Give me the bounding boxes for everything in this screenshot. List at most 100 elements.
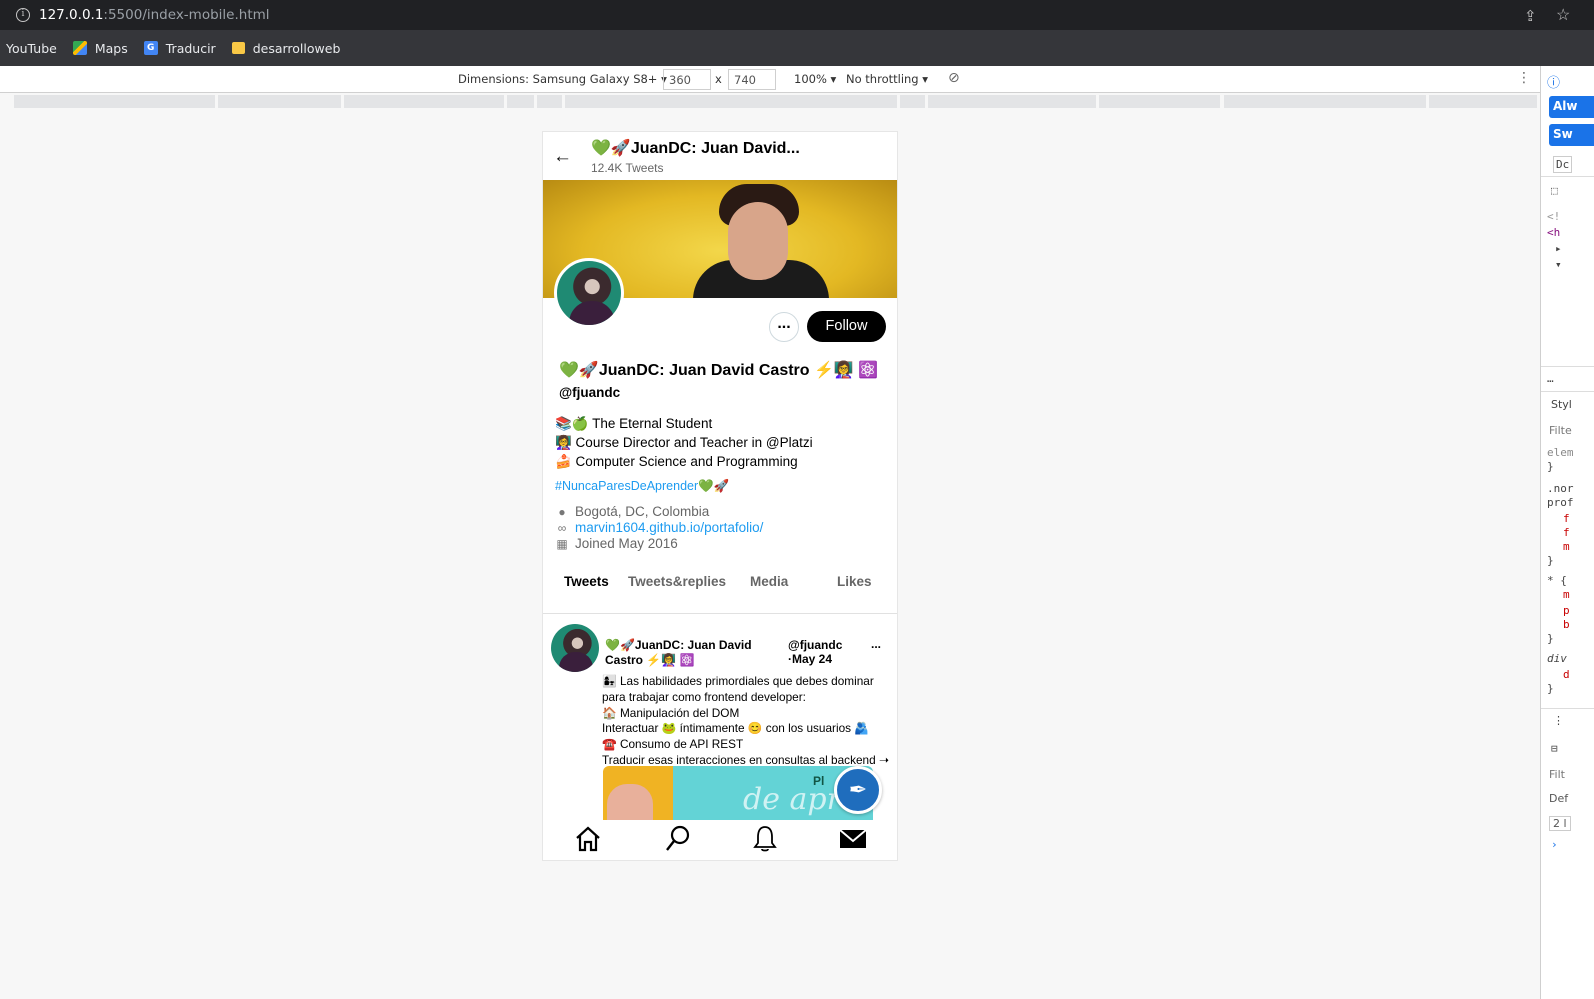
tweet-handle[interactable]: @fjuandc [788, 638, 842, 652]
tweet-handle-date: @fjuandc ·May 24 [788, 638, 842, 666]
location-pin-icon: ● [558, 505, 566, 519]
profile-avatar[interactable] [554, 258, 624, 328]
avatar-figure [559, 652, 593, 672]
bookmark-traducir[interactable]: G Traducir [143, 40, 216, 56]
css-line: } [1547, 632, 1554, 645]
bookmark-star-icon[interactable]: ☆ [1556, 5, 1570, 25]
ruler-segment[interactable] [1224, 95, 1426, 108]
feather-icon[interactable]: ✒ [834, 766, 882, 814]
tweet-media[interactable]: de apre Pl [603, 766, 873, 826]
css-line: } [1547, 682, 1554, 695]
console-prompt-icon[interactable]: › [1551, 838, 1558, 851]
ruler-segment[interactable] [507, 95, 534, 108]
bell-icon[interactable] [750, 824, 780, 854]
bookmark-label: Maps [94, 40, 128, 56]
filter-input[interactable]: Filt [1549, 768, 1565, 781]
throttling-select[interactable]: No throttling ▾ [846, 72, 928, 86]
search-icon[interactable] [663, 824, 693, 854]
folder-icon [231, 42, 245, 54]
ruler-segment[interactable] [218, 95, 341, 108]
url-text[interactable]: 127.0.0.1:5500/index-mobile.html [39, 7, 270, 23]
styles-tab[interactable]: Styl [1551, 398, 1572, 411]
ruler-segment[interactable] [565, 95, 897, 108]
tweet-avatar[interactable] [551, 624, 599, 672]
bookmark-label: desarrolloweb [252, 40, 341, 56]
ruler-segment[interactable] [14, 95, 215, 108]
header-name: 💚🚀JuanDC: Juan David... [591, 140, 800, 157]
location-row: ● Bogotá, DC, Colombia [555, 504, 763, 520]
ruler-segment[interactable] [1429, 95, 1537, 108]
tab-media[interactable]: Media [750, 574, 788, 589]
bookmark-desarrolloweb[interactable]: desarrolloweb [231, 40, 341, 56]
ruler-segment[interactable] [900, 95, 925, 108]
tweet-line: 🏠 Manipulación del DOM [602, 705, 740, 720]
avatar-figure [569, 301, 615, 325]
device-width-input[interactable]: 360 [663, 69, 711, 90]
more-options-icon[interactable]: ⋮ [1517, 70, 1531, 86]
hashtag-link[interactable]: #NuncaParesDeAprender [555, 479, 698, 493]
ellipsis-icon[interactable]: … [1547, 372, 1554, 385]
tab-tweets[interactable]: Tweets [564, 574, 609, 589]
follow-button[interactable]: Follow [807, 311, 886, 342]
ruler-segment[interactable] [344, 95, 504, 108]
banner-figure [728, 202, 788, 280]
styles-filter-input[interactable]: Filte [1549, 424, 1572, 437]
joined-text: Joined May 2016 [575, 536, 678, 551]
media-brand: Pl [813, 774, 825, 788]
home-icon[interactable] [573, 824, 603, 854]
sidebar-toggle-icon[interactable]: ⊟ [1551, 742, 1558, 755]
css-line: prof [1547, 496, 1574, 509]
divider [1541, 391, 1594, 392]
profile-bio: 📚🍏 The Eternal Student 👩‍🏫 Course Direct… [555, 414, 813, 471]
css-line: } [1547, 554, 1554, 567]
bio-line: 📚🍏 The Eternal Student [555, 416, 713, 431]
ruler-segment[interactable] [928, 95, 1096, 108]
website-link[interactable]: marvin1604.github.io/portafolio/ [575, 520, 763, 536]
issues-count[interactable]: 2 l [1549, 816, 1571, 831]
ruler-segment[interactable] [537, 95, 562, 108]
media-query-ruler [0, 94, 1540, 110]
devtools-button-dont[interactable]: Dc [1553, 156, 1573, 173]
profile-header: ← 💚🚀JuanDC: Juan David... 12.4K Tweets [543, 132, 897, 180]
code-line[interactable]: ▸ [1555, 242, 1562, 255]
address-bar[interactable]: i 127.0.0.1:5500/index-mobile.html ⇪ ☆ [0, 0, 1594, 30]
location-text: Bogotá, DC, Colombia [575, 504, 710, 519]
devtools-panel: ⓘ Alw Sw Dc ⬚ <! <h ▸ ▾ … Styl Filte ele… [1540, 66, 1594, 999]
device-height-input[interactable]: 740 [728, 69, 776, 90]
bookmark-label: Traducir [165, 40, 216, 56]
code-line[interactable]: ▾ [1555, 258, 1562, 271]
default-levels-select[interactable]: Def [1549, 792, 1568, 805]
maps-icon [72, 41, 87, 55]
tweet-date[interactable]: ·May 24 [788, 652, 842, 666]
bookmark-youtube[interactable]: YouTube [6, 41, 57, 56]
bookmark-maps[interactable]: Maps [72, 40, 128, 56]
tweet-line: Interactuar 🐸 íntimamente 😊 con los usua… [602, 721, 870, 736]
devtools-button-switch[interactable]: Sw [1549, 124, 1594, 146]
more-button[interactable]: ... [769, 312, 799, 342]
device-dimensions-select[interactable]: Dimensions: Samsung Galaxy S8+ ▾ [458, 72, 667, 86]
hashtag-emoji: 💚🚀 [698, 479, 730, 493]
css-line: div [1547, 652, 1567, 665]
info-icon[interactable]: ⓘ [1547, 72, 1560, 91]
profile-tabs: Tweets Tweets&replies Media Likes [543, 568, 897, 614]
tweet-more-button[interactable]: ... [871, 637, 881, 651]
css-line: } [1547, 460, 1554, 473]
inspect-icon[interactable]: ⬚ [1551, 184, 1558, 197]
zoom-select[interactable]: 100% ▾ [794, 72, 836, 86]
rotate-icon[interactable]: ⊘ [948, 70, 960, 86]
back-arrow-icon[interactable]: ← [553, 146, 572, 168]
mail-icon[interactable] [838, 824, 868, 854]
bookmark-label: YouTube [6, 40, 57, 56]
devtools-button-always[interactable]: Alw [1549, 96, 1594, 118]
tab-tweets-replies[interactable]: Tweets&replies [628, 574, 726, 589]
link-row: ∞ marvin1604.github.io/portafolio/ [555, 520, 764, 536]
tab-likes[interactable]: Likes [837, 574, 872, 589]
css-line: b [1563, 618, 1570, 631]
ruler-segment[interactable] [1099, 95, 1220, 108]
tweet-author[interactable]: 💚🚀JuanDC: Juan David Castro ⚡👩‍🏫 ⚛️ [605, 638, 767, 668]
css-line: m [1563, 540, 1570, 553]
site-info-icon[interactable]: i [16, 8, 30, 22]
share-icon[interactable]: ⇪ [1524, 7, 1537, 25]
bottom-nav [543, 820, 897, 860]
kebab-icon[interactable]: ⋮ [1553, 714, 1564, 727]
